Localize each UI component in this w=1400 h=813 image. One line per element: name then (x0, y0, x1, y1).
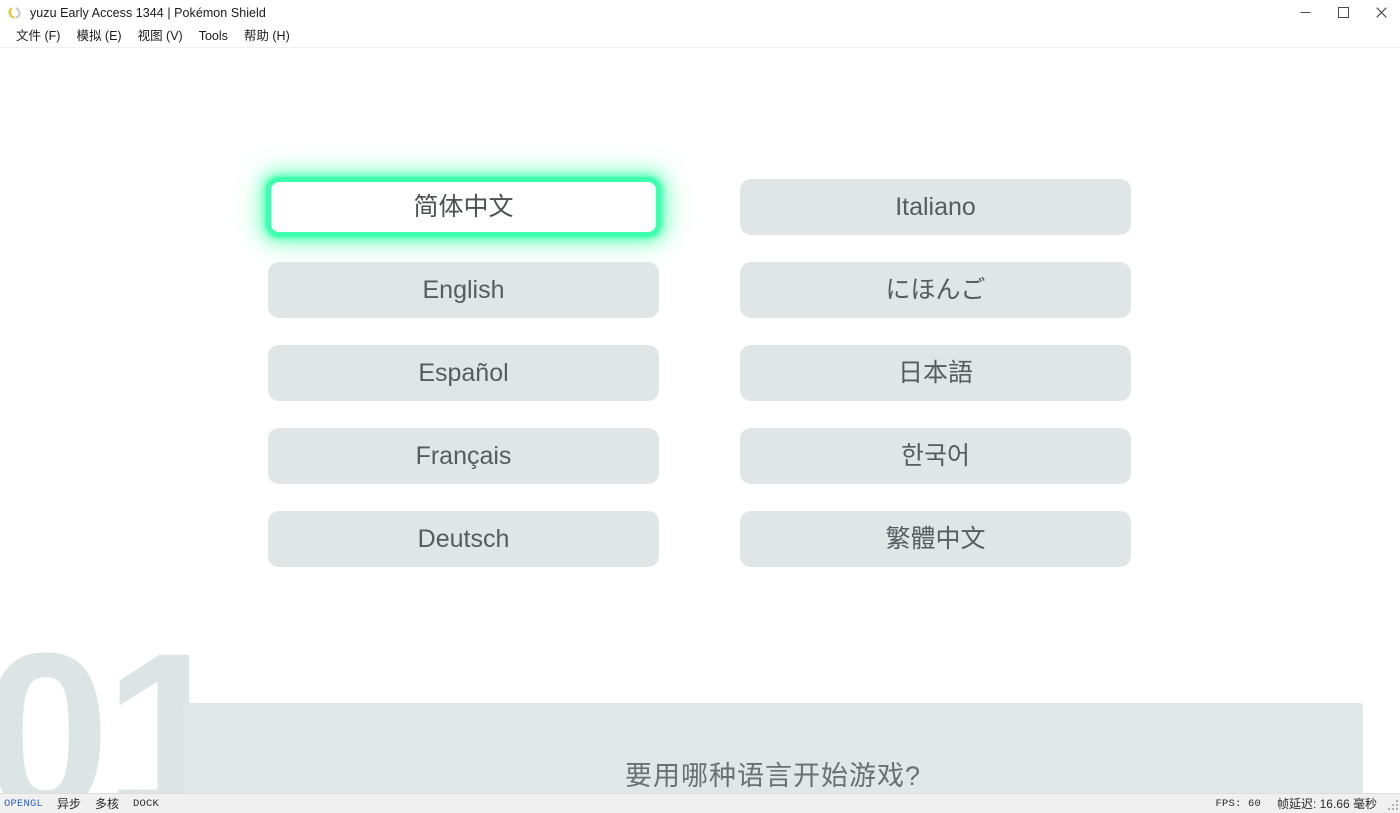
language-selection-grid: 简体中文 Italiano English にほんご Español 日本語 F… (268, 179, 1131, 567)
menu-item-emulation[interactable]: 模拟 (E) (68, 28, 129, 46)
menu-item-tools[interactable]: Tools (191, 28, 236, 46)
status-async-shaders[interactable]: 异步 (57, 795, 81, 812)
language-button-english[interactable]: English (268, 262, 659, 318)
yuzu-logo-icon (7, 5, 23, 21)
menu-bar: 文件 (F) 模拟 (E) 视图 (V) Tools 帮助 (H) (0, 26, 1400, 48)
language-button-deutsch[interactable]: Deutsch (268, 511, 659, 567)
menu-item-view[interactable]: 视图 (V) (130, 28, 191, 46)
language-button-korean[interactable]: 한국어 (740, 428, 1131, 484)
language-button-italiano[interactable]: Italiano (740, 179, 1131, 235)
language-button-francais[interactable]: Français (268, 428, 659, 484)
status-graphics-api[interactable]: OPENGL (4, 798, 43, 810)
menu-item-help[interactable]: 帮助 (H) (236, 28, 298, 46)
status-fps: FPS: 60 (1215, 797, 1261, 810)
title-bar-left: yuzu Early Access 1344 | Pokémon Shield (0, 5, 1286, 21)
close-icon[interactable] (1362, 0, 1400, 26)
resize-grip-icon[interactable] (1385, 797, 1398, 810)
title-bar: yuzu Early Access 1344 | Pokémon Shield (0, 0, 1400, 26)
status-dock-mode[interactable]: DOCK (133, 798, 159, 810)
status-bar-left: OPENGL 异步 多核 DOCK (4, 795, 1215, 812)
yuzu-emulator-window: yuzu Early Access 1344 | Pokémon Shield … (0, 0, 1400, 813)
game-render-surface[interactable]: 01 简体中文 Italiano English にほんご Español 日本… (0, 48, 1400, 793)
status-bar-right: FPS: 60 帧延迟: 16.66 毫秒 (1215, 795, 1383, 812)
status-multicore[interactable]: 多核 (95, 795, 119, 812)
language-prompt-text: 要用哪种语言开始游戏? (624, 760, 922, 791)
maximize-icon[interactable] (1324, 0, 1362, 26)
window-title: yuzu Early Access 1344 | Pokémon Shield (30, 5, 266, 20)
language-button-nihongo-kana[interactable]: にほんご (740, 262, 1131, 318)
menu-item-file[interactable]: 文件 (F) (8, 28, 68, 46)
language-button-simplified-chinese[interactable]: 简体中文 (268, 179, 659, 235)
language-prompt-panel: 要用哪种语言开始游戏? (183, 703, 1363, 793)
minimize-icon[interactable] (1286, 0, 1324, 26)
language-button-traditional-chinese[interactable]: 繁體中文 (740, 511, 1131, 567)
window-controls (1286, 0, 1400, 26)
status-bar: OPENGL 异步 多核 DOCK FPS: 60 帧延迟: 16.66 毫秒 (0, 793, 1400, 813)
status-frame-latency: 帧延迟: 16.66 毫秒 (1276, 797, 1377, 811)
language-button-nihongo-kanji[interactable]: 日本語 (740, 345, 1131, 401)
language-button-espanol[interactable]: Español (268, 345, 659, 401)
